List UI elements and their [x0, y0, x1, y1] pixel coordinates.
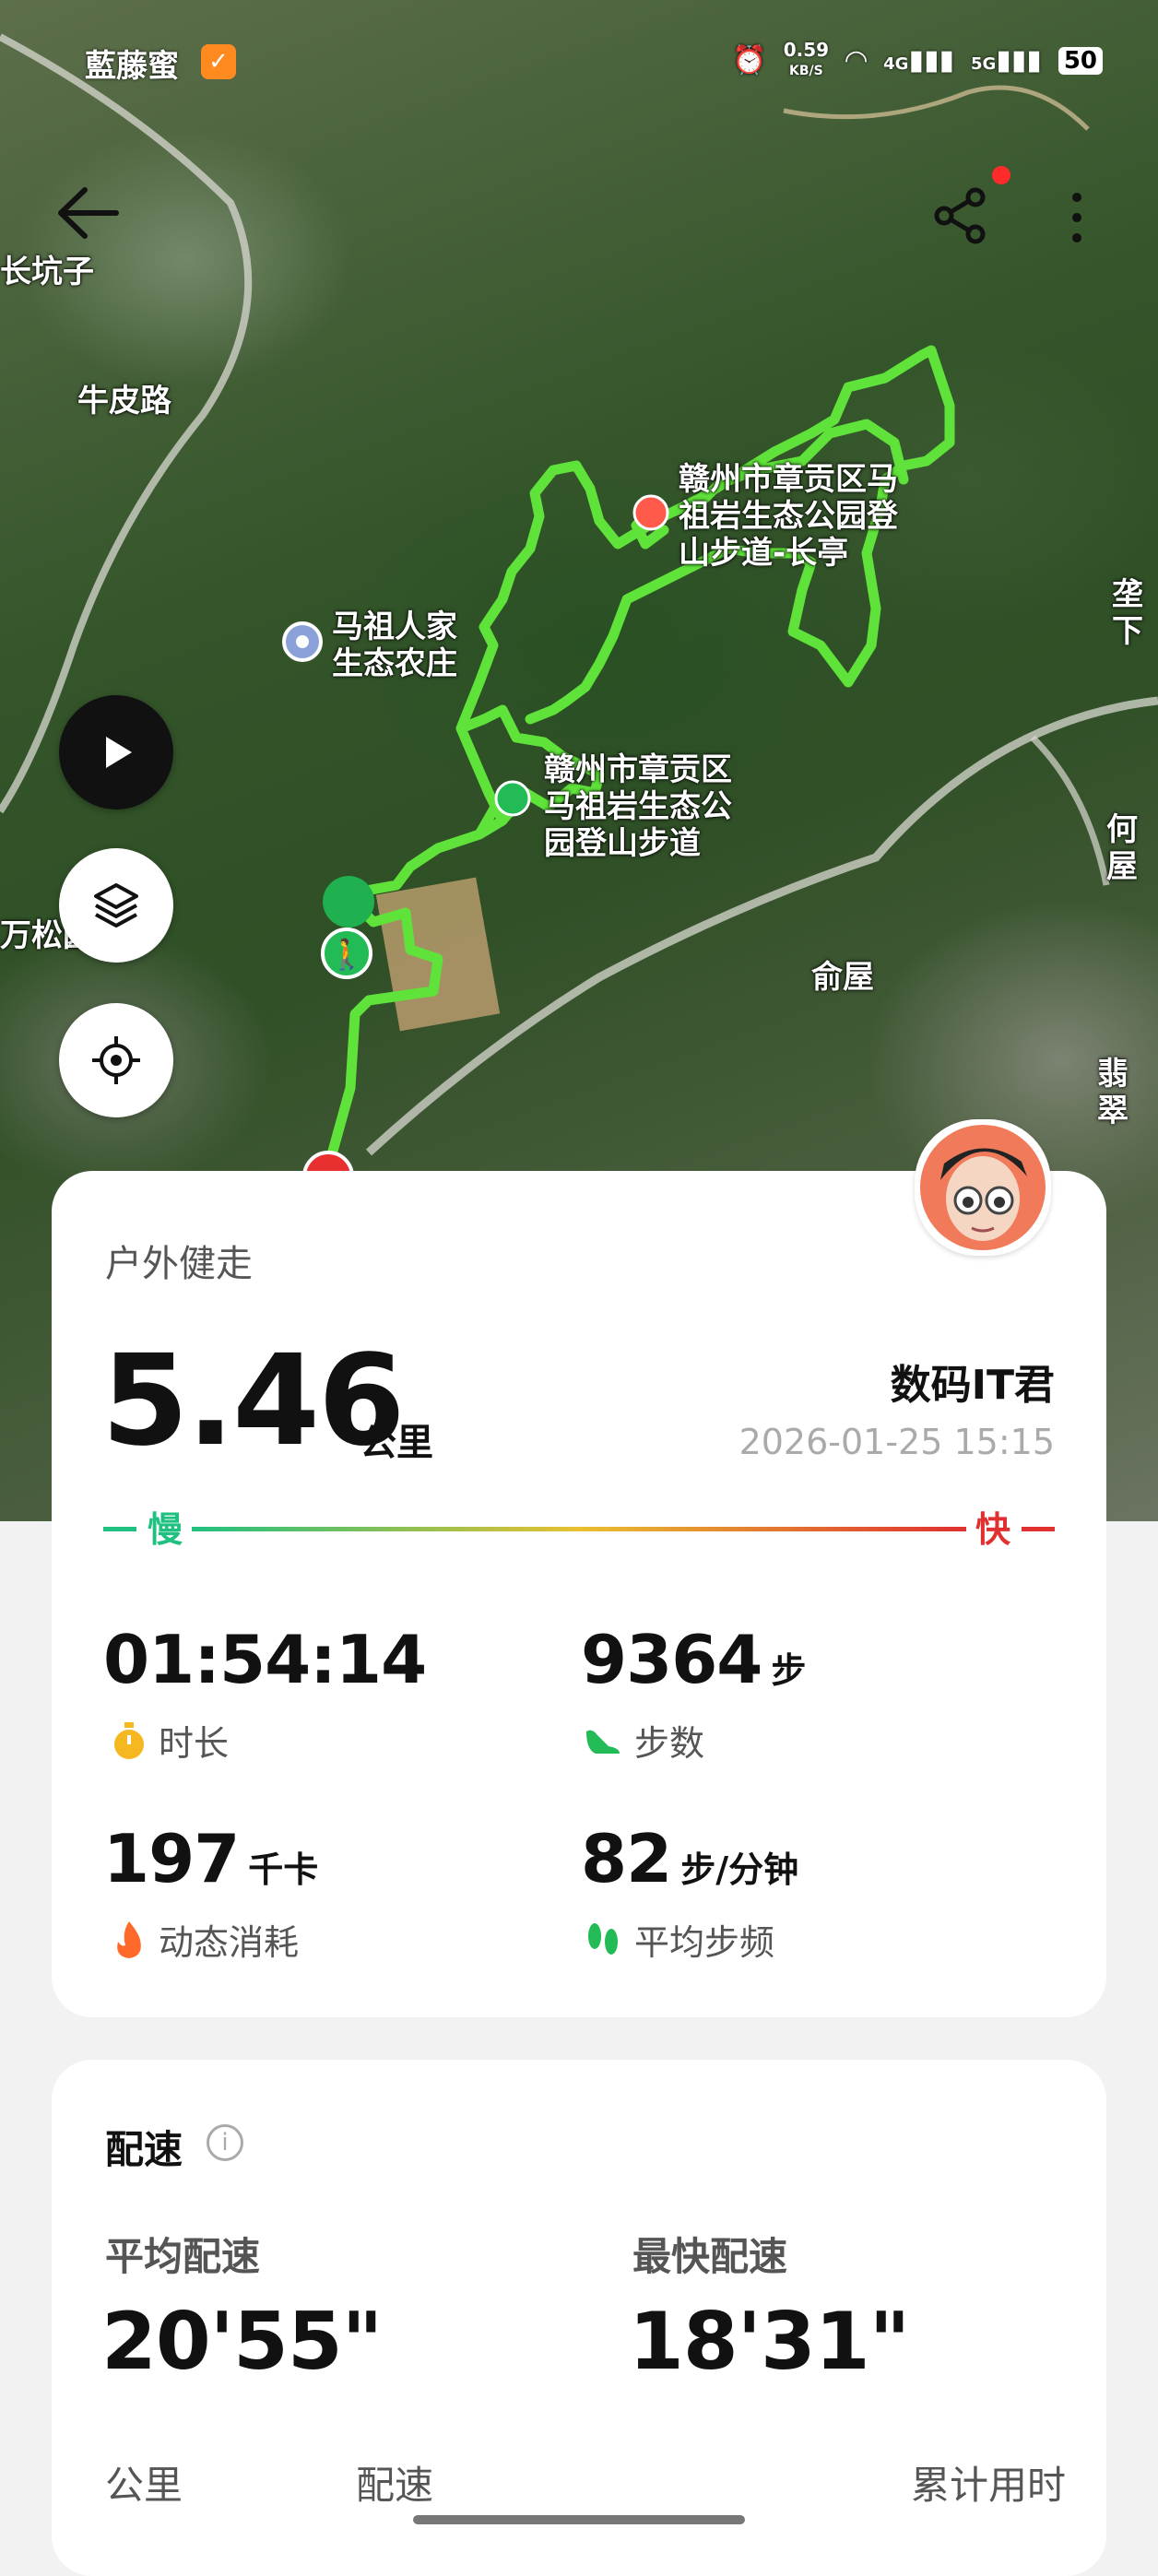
battery-icon: 50 [1058, 46, 1103, 75]
signal-label: 4G [883, 54, 909, 74]
signal-5g-icon: 5G▮▮▮ [970, 44, 1042, 77]
calories-label-text: 动态消耗 [159, 1922, 300, 1963]
calories-unit: 千卡 [248, 1849, 319, 1890]
username: 数码IT君 [890, 1362, 1055, 1409]
footprints-icon [588, 1922, 618, 1955]
home-indicator[interactable] [413, 2515, 745, 2524]
pace-title: 配速 [105, 2127, 183, 2172]
avg-pace-label: 平均配速 [105, 2234, 261, 2279]
workout-datetime: 2026-01-25 15:15 [739, 1422, 1055, 1462]
more-button[interactable] [1066, 188, 1088, 251]
fast-label: 快 [975, 1509, 1010, 1550]
steps-label-text: 步数 [634, 1723, 705, 1764]
duration-value: 01:54:14 [103, 1621, 427, 1698]
steps-label: 步数 [583, 1715, 704, 1766]
distance-value: 5.46 [101, 1329, 406, 1474]
column-header-pace: 配速 [356, 2463, 434, 2508]
distance-unit: 公里 [360, 1422, 433, 1464]
duration-number: 01:54:14 [103, 1621, 427, 1698]
start-pin: 🚶 [321, 876, 375, 983]
map-label: 赣州市章贡区 马祖岩生态公 园登山步道 [544, 751, 732, 862]
map-label: 俞屋 [811, 959, 874, 996]
calories-label: 动态消耗 [111, 1914, 299, 1965]
column-header-km: 公里 [105, 2463, 183, 2508]
sport-type: 户外健走 [105, 1243, 253, 1285]
avg-pace-value: 20'55" [101, 2296, 383, 2388]
map-label: 赣州市章贡区马 祖岩生态公园登 山步道-长亭 [679, 461, 898, 572]
cadence-value: 82 步/分钟 [581, 1822, 798, 1907]
steps-unit: 步 [771, 1650, 807, 1691]
map-label: 长坑子 [0, 254, 94, 290]
status-bar: 藍藤蜜 ✓ ⏰ 0.59 KB/S ◠ 4G▮▮▮ 5G▮▮▮ 50 [0, 0, 1158, 92]
alarm-icon: ⏰ [732, 44, 767, 77]
share-button[interactable] [931, 186, 990, 249]
duration-label-text: 时长 [159, 1723, 230, 1764]
stopwatch-icon [114, 1721, 144, 1759]
svg-text:🚶: 🚶 [328, 937, 365, 972]
map-layers-button[interactable] [59, 848, 173, 963]
pace-card: 配速 i 平均配速 20'55" 最快配速 18'31" 公里 配速 累计用时 [52, 2060, 1106, 2576]
map-label: 垄下 [1112, 576, 1143, 650]
slow-label: 慢 [148, 1509, 183, 1550]
locate-icon [92, 1036, 140, 1084]
play-icon [106, 737, 132, 768]
share-icon [934, 187, 986, 244]
workout-summary-card: 户外健走 5.46 公里 数码IT君 2026-01-25 15:15 慢 快 … [52, 1119, 1106, 2017]
avatar-image [920, 1125, 1046, 1250]
cadence-label-text: 平均步频 [634, 1922, 775, 1963]
map-label: 牛皮路 [77, 383, 171, 419]
calories-number: 197 [103, 1820, 240, 1897]
avatar[interactable] [915, 1119, 1051, 1256]
app-notification-icon: ✓ [201, 44, 236, 79]
map-label: 何屋 [1106, 811, 1138, 885]
steps-value: 9364 步 [581, 1623, 806, 1707]
best-pace-label: 最快配速 [632, 2234, 788, 2279]
signal-4g-icon: 4G▮▮▮ [883, 44, 954, 77]
back-button[interactable] [52, 181, 125, 249]
wifi-icon: ◠ [845, 44, 868, 77]
steps-number: 9364 [581, 1621, 762, 1698]
map-label: 马祖人家 生态农庄 [332, 609, 457, 682]
back-arrow-icon [58, 187, 119, 239]
net-speed: 0.59 KB/S [784, 41, 829, 80]
carrier-label: 藍藤蜜 [85, 48, 179, 85]
cadence-label: 平均步频 [583, 1914, 774, 1965]
shoe-icon [586, 1730, 620, 1754]
more-vertical-icon [1072, 193, 1081, 242]
speed-legend: 慢 快 [103, 1507, 1055, 1553]
net-speed-value: 0.59 [783, 39, 830, 61]
best-pace-value: 18'31" [629, 2296, 910, 2388]
flame-icon [117, 1920, 141, 1958]
info-icon[interactable]: i [207, 2124, 243, 2161]
layers-icon [94, 883, 138, 928]
cadence-unit: 步/分钟 [680, 1849, 799, 1890]
cadence-number: 82 [581, 1820, 672, 1897]
locate-button[interactable] [59, 1003, 173, 1117]
calories-value: 197 千卡 [103, 1822, 318, 1907]
column-header-cumulative-time: 累计用时 [910, 2463, 1066, 2508]
net-speed-unit: KB/S [789, 64, 823, 78]
map-label: 翡翠 [1097, 1056, 1128, 1129]
play-track-button[interactable] [59, 695, 173, 809]
signal-label: 5G [970, 54, 997, 74]
status-icons: ⏰ 0.59 KB/S ◠ 4G▮▮▮ 5G▮▮▮ 50 [732, 41, 1103, 80]
duration-label: 时长 [111, 1715, 229, 1766]
